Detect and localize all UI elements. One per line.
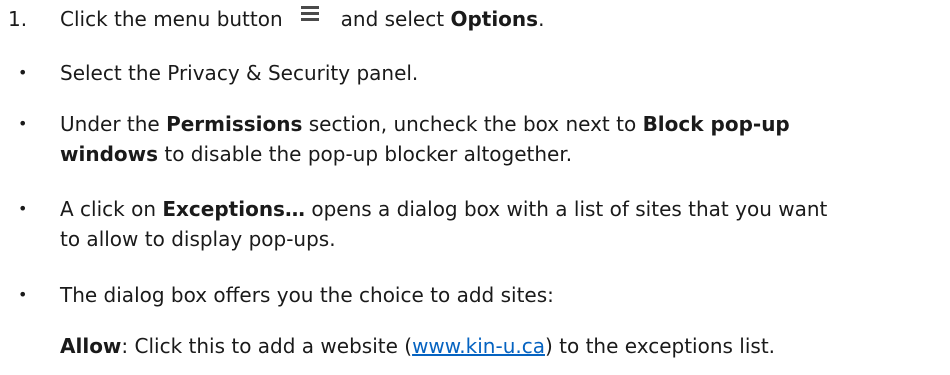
bullet-marker: • — [18, 63, 28, 82]
windows-term: windows — [60, 142, 159, 166]
allow-line: Allow: Click this to add a website (www.… — [60, 333, 775, 359]
exceptions-line-2: to allow to display pop-ups. — [60, 227, 336, 251]
permissions-text-2: section, uncheck the box next to — [302, 112, 643, 136]
bullet-marker: • — [18, 199, 28, 218]
step-1-text: Click the menu button — [60, 7, 283, 31]
kin-u-link[interactable]: www.kin-u.ca — [412, 334, 545, 358]
options-term: Options — [450, 7, 539, 31]
step-1-content: Click the menu button and select Options. — [60, 6, 544, 32]
step-1-text-middle: and select — [340, 7, 445, 31]
exceptions-text-2: opens a dialog box with a list of sites … — [304, 197, 828, 221]
dialog-text: The dialog box offers you the choice to … — [60, 283, 554, 307]
permissions-text-1: Under the — [60, 112, 167, 136]
permissions-term: Permissions — [166, 112, 303, 136]
exceptions-term: Exceptions… — [162, 197, 305, 221]
step-number: 1. — [8, 7, 28, 31]
permissions-line-2: windows to disable the pop-up blocker al… — [60, 141, 572, 167]
privacy-text: Select the Privacy & Security panel. — [60, 61, 419, 85]
block-popup-term: Block pop-up — [642, 112, 790, 136]
exceptions-text-1: A click on — [60, 197, 163, 221]
allow-text-1: : Click this to add a website ( — [121, 334, 413, 358]
permissions-line-1: Under the Permissions section, uncheck t… — [60, 111, 790, 137]
bullet-marker: • — [18, 114, 28, 133]
permissions-text-3: to disable the pop-up blocker altogether… — [158, 142, 573, 166]
hamburger-menu-icon — [297, 6, 323, 32]
allow-text-2: ) to the exceptions list. — [544, 334, 776, 358]
allow-term: Allow — [60, 334, 122, 358]
bullet-marker: • — [18, 285, 28, 304]
step-1-period: . — [538, 7, 545, 31]
exceptions-line-1: A click on Exceptions… opens a dialog bo… — [60, 196, 827, 222]
